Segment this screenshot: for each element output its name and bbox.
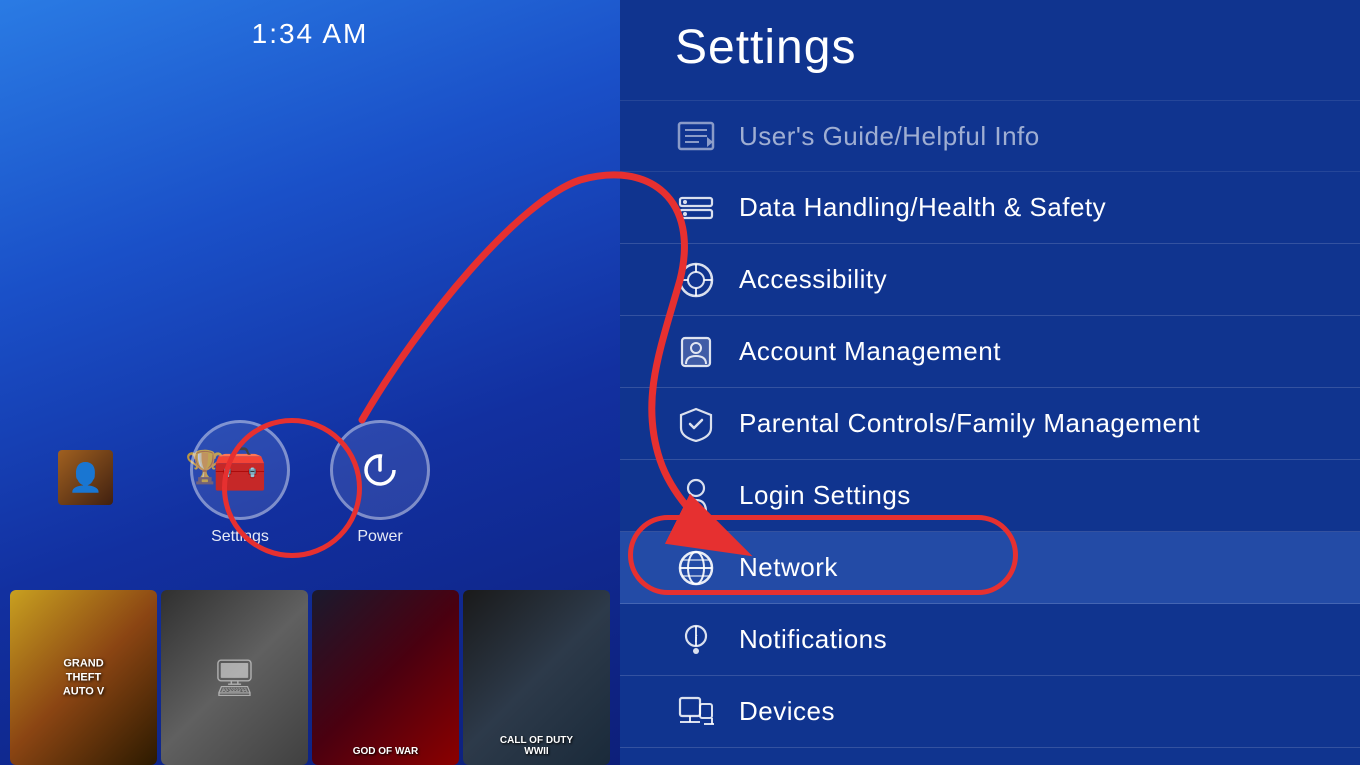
settings-item-network[interactable]: Network — [620, 532, 1360, 604]
devices-label: Devices — [739, 696, 835, 727]
right-panel: Settings User's Guide/Helpful Info — [620, 0, 1360, 765]
time-display: 1:34 AM — [252, 18, 369, 50]
accessibility-label: Accessibility — [739, 264, 887, 295]
settings-item-users-guide[interactable]: User's Guide/Helpful Info — [620, 100, 1360, 172]
users-guide-icon — [675, 115, 717, 157]
settings-icon-item[interactable]: 🧰 Settings — [190, 420, 290, 546]
network-label: Network — [739, 552, 838, 583]
account-management-label: Account Management — [739, 336, 1001, 367]
settings-item-login-settings[interactable]: Login Settings — [620, 460, 1360, 532]
settings-item-parental-controls[interactable]: Parental Controls/Family Management — [620, 388, 1360, 460]
login-settings-icon — [675, 475, 717, 517]
user-avatar: 👤 — [58, 450, 113, 505]
settings-item-accessibility[interactable]: Accessibility — [620, 244, 1360, 316]
avatar-face: 👤 — [68, 461, 103, 494]
settings-item-account-management[interactable]: Account Management — [620, 316, 1360, 388]
game-thumb-gta5[interactable]: GRANDTHEFTAUTO V — [10, 590, 157, 765]
gta-label: GRANDTHEFTAUTO V — [63, 656, 104, 699]
settings-list: User's Guide/Helpful Info Data Handling/… — [620, 100, 1360, 765]
power-label: Power — [357, 528, 402, 546]
power-svg-icon — [358, 448, 402, 492]
settings-item-devices[interactable]: Devices — [620, 676, 1360, 748]
main-icons-row: 🧰 Settings Power — [190, 420, 430, 546]
game-thumb-tv[interactable]: 🖥 — [161, 590, 308, 765]
parental-controls-icon — [675, 403, 717, 445]
settings-item-notifications[interactable]: i Notifications — [620, 604, 1360, 676]
network-icon — [675, 547, 717, 589]
briefcase-icon: 🧰 — [213, 448, 268, 492]
power-icon-item[interactable]: Power — [330, 420, 430, 546]
notifications-icon: i — [675, 619, 717, 661]
svg-text:i: i — [694, 633, 697, 645]
game-thumb-gow[interactable]: GOD OF WAR — [312, 590, 459, 765]
gow-label: GOD OF WAR — [353, 746, 419, 757]
game-thumbnails: GRANDTHEFTAUTO V 🖥 GOD OF WAR CALL OF DU… — [0, 590, 620, 765]
users-guide-label: User's Guide/Helpful Info — [739, 121, 1040, 152]
left-panel: 1:34 AM 👤 🏆 🧰 Settings Power GRANDTHEFTA… — [0, 0, 620, 765]
data-handling-icon — [675, 187, 717, 229]
accessibility-icon — [675, 259, 717, 301]
settings-icon-circle[interactable]: 🧰 — [190, 420, 290, 520]
cod-label: CALL OF DUTYWWII — [500, 735, 573, 757]
settings-item-data-handling[interactable]: Data Handling/Health & Safety — [620, 172, 1360, 244]
tv-icon: 🖥 — [212, 657, 258, 699]
notifications-label: Notifications — [739, 624, 887, 655]
power-icon-circle[interactable] — [330, 420, 430, 520]
account-management-icon — [675, 331, 717, 373]
login-settings-label: Login Settings — [739, 480, 911, 511]
settings-title: Settings — [675, 20, 856, 75]
data-handling-label: Data Handling/Health & Safety — [739, 192, 1106, 223]
devices-icon — [675, 691, 717, 733]
game-thumb-cod[interactable]: CALL OF DUTYWWII — [463, 590, 610, 765]
settings-label: Settings — [211, 528, 269, 546]
parental-controls-label: Parental Controls/Family Management — [739, 408, 1200, 439]
